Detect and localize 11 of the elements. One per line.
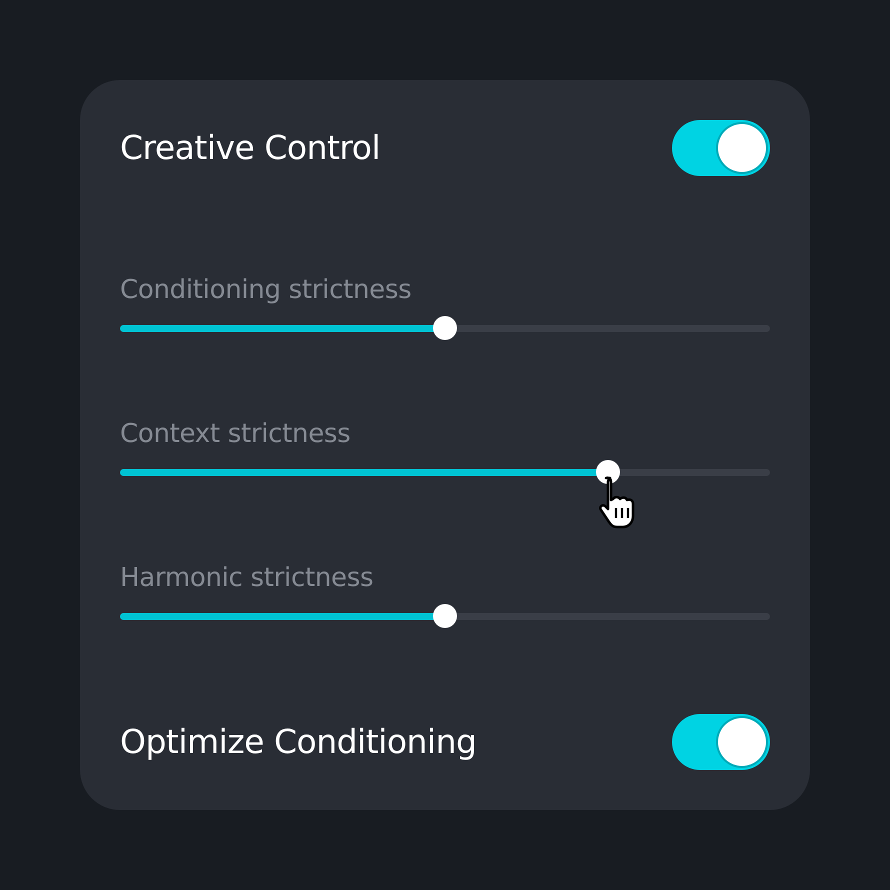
slider-track[interactable] (120, 468, 770, 476)
slider-thumb[interactable] (433, 316, 457, 340)
slider-label: Conditioning strictness (120, 274, 412, 307)
slider-label: Context strictness (120, 418, 352, 451)
slider-thumb[interactable] (433, 604, 457, 628)
slider-track[interactable] (120, 612, 770, 620)
setting-label: Optimize Conditioning (120, 722, 476, 762)
slider-track[interactable] (120, 324, 770, 332)
setting-label: Creative Control (120, 128, 380, 168)
slider-label: Harmonic strictness (120, 562, 374, 595)
slider-thumb[interactable] (596, 460, 620, 484)
